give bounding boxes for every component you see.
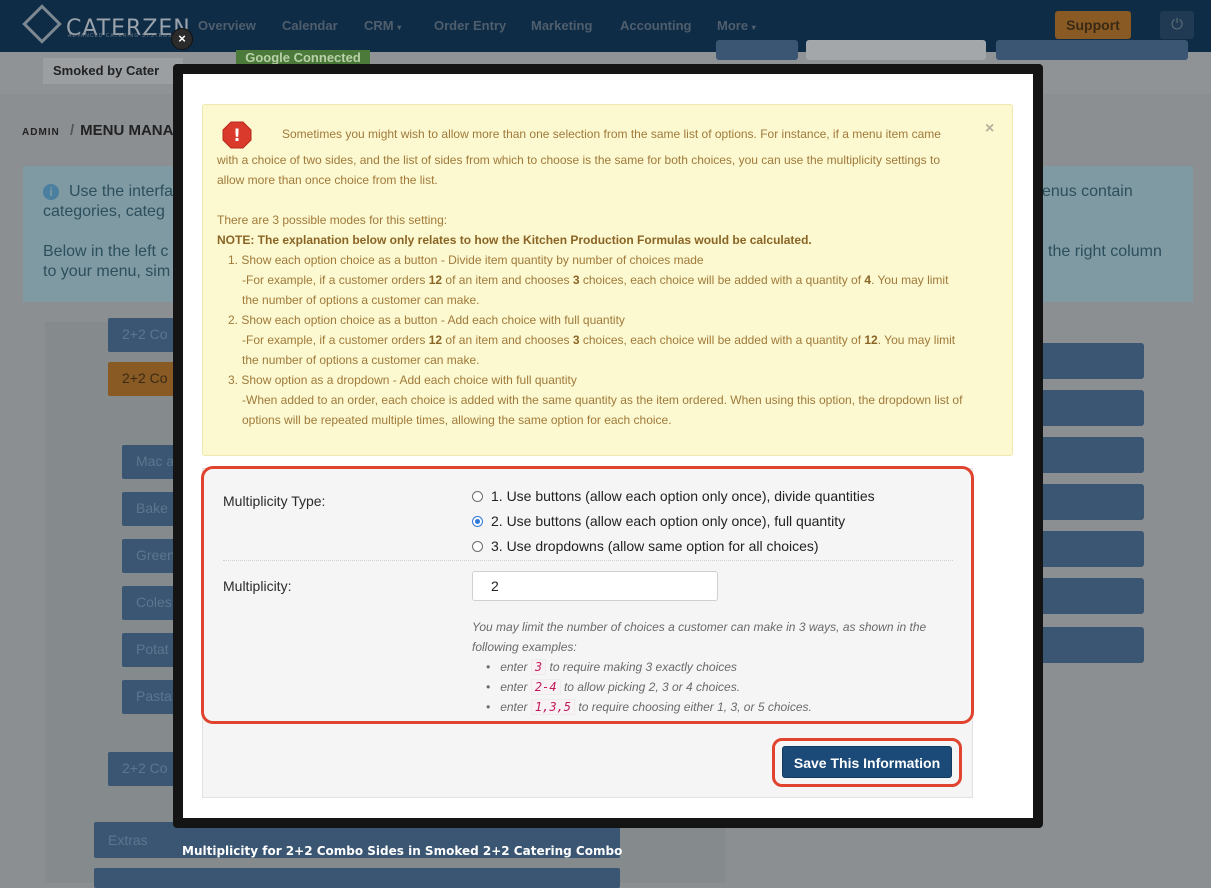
alert-note-text: NOTE: The explanation below only relates… bbox=[217, 233, 812, 247]
help-example-1: • enter 3 to require making 3 exactly ch… bbox=[486, 659, 737, 675]
form-divider bbox=[223, 560, 953, 561]
example-pre: enter bbox=[500, 660, 528, 674]
alert-mode3-text-1: -When added to an order, each choice is … bbox=[242, 393, 963, 407]
nav-crm[interactable]: CRM ▾ bbox=[364, 18, 401, 33]
mode2-qty-ordered: 12 bbox=[428, 333, 443, 347]
mode2-qty-each: 12 bbox=[864, 333, 878, 347]
toolbar-button[interactable] bbox=[996, 40, 1188, 60]
mode2-choices: 3 bbox=[572, 333, 580, 347]
multiplicity-type-label: Multiplicity Type: bbox=[223, 493, 326, 509]
right-column-button[interactable] bbox=[1040, 531, 1144, 567]
breadcrumb-separator: / bbox=[69, 122, 75, 139]
mode1-qty-ordered: 12 bbox=[428, 273, 443, 287]
info-line-3: Below in the left c bbox=[43, 243, 169, 260]
nav-crm-label: CRM bbox=[364, 18, 394, 33]
alert-text: Sometimes you might wish to allow more t… bbox=[202, 104, 1013, 456]
location-dropdown[interactable]: Smoked by Cater bbox=[43, 58, 183, 84]
example-post: to allow picking 2, 3 or 4 choices. bbox=[563, 680, 741, 694]
breadcrumb: ADMIN / MENU MANA bbox=[22, 122, 173, 139]
alert-modes-heading: There are 3 possible modes for this sett… bbox=[217, 213, 448, 227]
help-example-2: • enter 2-4 to allow picking 2, 3 or 4 c… bbox=[486, 679, 741, 695]
example-code: 3 bbox=[530, 659, 547, 675]
mode1-text-b: of an item and chooses bbox=[442, 273, 573, 287]
radio-label[interactable]: 2. Use buttons (allow each option only o… bbox=[491, 513, 845, 529]
mode1-choices: 3 bbox=[572, 273, 580, 287]
radio-button[interactable] bbox=[472, 541, 483, 552]
radio-button[interactable] bbox=[472, 491, 483, 502]
toolbar-field[interactable] bbox=[806, 40, 986, 60]
info-line-2: categories, categ bbox=[43, 203, 165, 220]
modal-caption: Multiplicity for 2+2 Combo Sides in Smok… bbox=[182, 844, 623, 858]
right-column-button[interactable] bbox=[1040, 343, 1144, 379]
help-line-1: You may limit the number of choices a cu… bbox=[472, 620, 927, 634]
support-button[interactable]: Support bbox=[1055, 11, 1131, 39]
toolbar-button[interactable] bbox=[716, 40, 798, 60]
alert-intro-2: with a choice of two sides, and the list… bbox=[217, 153, 941, 167]
multiplicity-option-2[interactable]: 2. Use buttons (allow each option only o… bbox=[472, 513, 845, 529]
multiplicity-option-1[interactable]: 1. Use buttons (allow each option only o… bbox=[472, 488, 875, 504]
menu-category-item[interactable] bbox=[94, 868, 620, 888]
right-column-button[interactable] bbox=[1040, 437, 1144, 473]
mode1-text-d: . You may limit bbox=[871, 273, 949, 287]
alert-mode2-example: -For example, if a customer orders 12 of… bbox=[242, 330, 955, 350]
example-code: 1,3,5 bbox=[530, 699, 576, 715]
mode2-text-a: -For example, if a customer orders bbox=[242, 333, 429, 347]
example-post: to require making 3 exactly choices bbox=[549, 660, 737, 674]
radio-button-checked[interactable] bbox=[472, 516, 483, 527]
multiplicity-input[interactable]: 2 bbox=[472, 571, 718, 601]
right-column-button[interactable] bbox=[1040, 390, 1144, 426]
mode2-text-b: of an item and chooses bbox=[442, 333, 573, 347]
multiplicity-help-text: You may limit the number of choices a cu… bbox=[472, 617, 952, 657]
alert-mode2-title: 2. Show each option choice as a button -… bbox=[228, 313, 625, 327]
power-icon[interactable]: ⏻ bbox=[1160, 11, 1194, 39]
nav-marketing[interactable]: Marketing bbox=[531, 18, 592, 33]
info-text-1: Use the interfa bbox=[69, 183, 174, 200]
multiplicity-label: Multiplicity: bbox=[223, 578, 292, 594]
right-column-button[interactable] bbox=[1040, 484, 1144, 520]
nav-accounting[interactable]: Accounting bbox=[620, 18, 692, 33]
alert-mode1-limit: the number of options a customer can mak… bbox=[242, 293, 480, 307]
example-post: to require choosing either 1, 3, or 5 ch… bbox=[578, 700, 812, 714]
right-column-button[interactable] bbox=[1040, 627, 1144, 663]
alert-mode1-title: 1. Show each option choice as a button -… bbox=[228, 253, 704, 267]
breadcrumb-root[interactable]: ADMIN bbox=[22, 127, 60, 138]
alert-mode1-example: -For example, if a customer orders 12 of… bbox=[242, 270, 948, 290]
example-pre: enter bbox=[500, 700, 528, 714]
alert-intro-3: allow more than once choice from the lis… bbox=[217, 173, 438, 187]
alert-mode3-text-2: options will be repeated multiple times,… bbox=[242, 413, 672, 427]
logo-subtitle: ADVANCED CATERING SYSTEMS bbox=[68, 33, 173, 39]
multiplicity-option-3[interactable]: 3. Use dropdowns (allow same option for … bbox=[472, 538, 819, 554]
info-line-4: to your menu, sim bbox=[43, 263, 171, 280]
logo-diamond-icon bbox=[22, 4, 62, 44]
nav-overview[interactable]: Overview bbox=[198, 18, 256, 33]
info-line-1-right: enus contain bbox=[1042, 183, 1133, 200]
info-icon: i bbox=[43, 184, 59, 200]
nav-order-entry[interactable]: Order Entry bbox=[434, 18, 506, 33]
info-line-1: i Use the interfa bbox=[43, 183, 173, 201]
chevron-down-icon: ▾ bbox=[751, 23, 756, 32]
mode1-text-c: choices, each choice will be added with … bbox=[579, 273, 865, 287]
right-column-button[interactable] bbox=[1040, 578, 1144, 614]
alert-mode3-title: 3. Show option as a dropdown - Add each … bbox=[228, 373, 577, 387]
chevron-down-icon: ▾ bbox=[397, 23, 402, 32]
alert-mode2-limit: the number of options a customer can mak… bbox=[242, 353, 480, 367]
example-code: 2-4 bbox=[530, 679, 561, 695]
nav-calendar[interactable]: Calendar bbox=[282, 18, 338, 33]
alert-note: NOTE: The explanation below only relates… bbox=[217, 230, 812, 250]
mode1-text-a: -For example, if a customer orders bbox=[242, 273, 429, 287]
radio-label[interactable]: 1. Use buttons (allow each option only o… bbox=[491, 488, 875, 504]
mode2-text-d: . You may limit bbox=[877, 333, 956, 347]
mode2-text-c: choices, each choice will be added with … bbox=[579, 333, 865, 347]
help-example-3: • enter 1,3,5 to require choosing either… bbox=[486, 699, 812, 715]
save-button[interactable]: Save This Information bbox=[782, 746, 952, 778]
breadcrumb-page: MENU MANA bbox=[80, 122, 174, 139]
radio-label[interactable]: 3. Use dropdowns (allow same option for … bbox=[491, 538, 819, 554]
nav-more[interactable]: More ▾ bbox=[717, 18, 756, 33]
example-pre: enter bbox=[500, 680, 528, 694]
alert-intro-1: Sometimes you might wish to allow more t… bbox=[282, 127, 941, 141]
info-line-3-right: the right column bbox=[1048, 243, 1162, 260]
nav-more-label: More bbox=[717, 18, 749, 33]
help-line-2: following examples: bbox=[472, 640, 577, 654]
modal-close-icon[interactable]: × bbox=[171, 28, 193, 50]
